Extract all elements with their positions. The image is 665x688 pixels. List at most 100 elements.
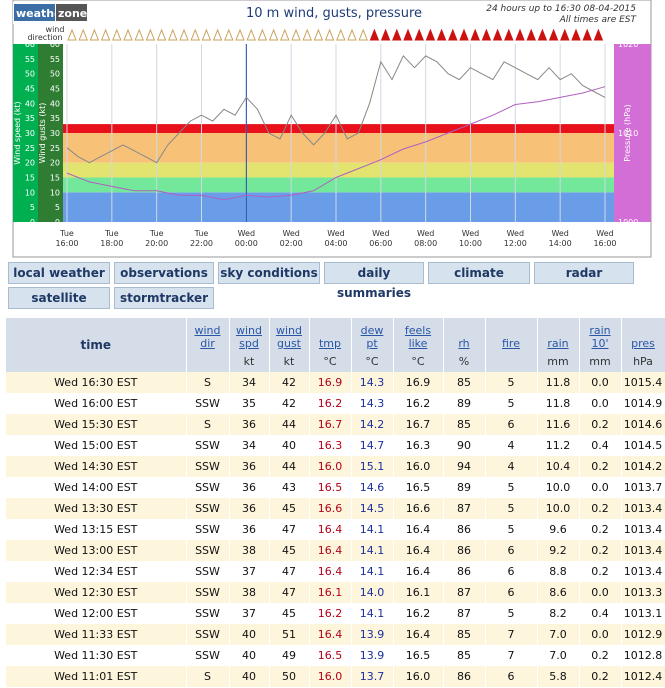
table-cell: 86 — [443, 540, 486, 561]
column-header-10[interactable]: rain 10' — [579, 318, 622, 350]
column-header-line1: wind — [235, 324, 262, 337]
table-cell: 85 — [443, 645, 486, 666]
table-cell: 16.4 — [309, 540, 352, 561]
table-cell: 7.0 — [537, 624, 580, 645]
table-cell: 5 — [485, 603, 538, 624]
speed-band-0 — [63, 192, 614, 222]
column-header-line2: spd — [239, 337, 259, 350]
table-cell: 14.7 — [351, 435, 394, 456]
wind-speed-tick: 20 — [25, 159, 35, 168]
table-cell: SSW — [186, 624, 230, 645]
column-header-6[interactable]: feels like — [393, 318, 444, 350]
nav-climate-button[interactable]: climate — [428, 262, 530, 284]
column-unit-1 — [186, 350, 230, 372]
table-cell: 6 — [485, 666, 538, 687]
table-cell: 0.4 — [579, 435, 622, 456]
table-cell: Wed 13:15 EST — [6, 519, 187, 540]
table-cell: 16.4 — [393, 540, 444, 561]
column-header-line1: feels — [404, 324, 432, 337]
column-header-11[interactable]: pres — [621, 318, 665, 350]
column-header-5[interactable]: dew pt — [351, 318, 394, 350]
table-cell: 11.6 — [537, 414, 580, 435]
nav-sky-conditions-button[interactable]: sky conditions — [218, 262, 320, 284]
table-row: Wed 12:30 EST SSW 38 47 16.1 14.0 16.1 87 6 8.6 0.… — [6, 582, 665, 603]
table-cell: 5 — [485, 477, 538, 498]
wind-chart: weather zone 10 m wind, gusts, pressure … — [12, 0, 652, 258]
table-cell: SSW — [186, 498, 230, 519]
table-cell: 16.2 — [393, 393, 444, 414]
column-header-2[interactable]: wind spd — [229, 318, 270, 350]
table-cell: 36 — [229, 477, 270, 498]
table-cell: 0.2 — [579, 540, 622, 561]
nav-radar-button[interactable]: radar — [534, 262, 634, 284]
table-cell: 34 — [229, 372, 270, 393]
table-cell: 40 — [269, 435, 310, 456]
table-cell: S — [186, 666, 230, 687]
table-cell: 16.5 — [309, 645, 352, 666]
nav-stormtracker-button[interactable]: stormtracker — [114, 287, 214, 309]
table-cell: 85 — [443, 624, 486, 645]
table-cell: 16.9 — [309, 372, 352, 393]
table-cell: 47 — [269, 561, 310, 582]
column-header-8[interactable]: fire — [485, 318, 538, 350]
x-tick-time: 08:00 — [414, 239, 437, 248]
table-row: Wed 16:30 EST S 34 42 16.9 14.3 16.9 85 5 11.8 0.0… — [6, 372, 665, 393]
column-header-line2: dir — [200, 337, 215, 350]
wind-speed-tick: 45 — [25, 85, 35, 94]
table-row: Wed 12:34 EST SSW 37 47 16.4 14.1 16.4 86 6 8.8 0.… — [6, 561, 665, 582]
table-cell: 14.3 — [351, 372, 394, 393]
table-cell: 1012.9 — [621, 624, 665, 645]
table-cell: 14.1 — [351, 603, 394, 624]
table-cell: Wed 12:00 EST — [6, 603, 187, 624]
x-tick-day: Tue — [104, 229, 119, 238]
table-cell: 16.0 — [309, 456, 352, 477]
table-cell: Wed 13:00 EST — [6, 540, 187, 561]
table-cell: 16.6 — [393, 498, 444, 519]
x-tick-time: 20:00 — [145, 239, 168, 248]
column-header-4[interactable]: tmp — [309, 318, 352, 350]
table-cell: Wed 11:33 EST — [6, 624, 187, 645]
table-cell: 36 — [229, 519, 270, 540]
axis-title-0: Wind speed (kt) — [13, 101, 22, 164]
table-cell: 9.6 — [537, 519, 580, 540]
table-cell: Wed 15:00 EST — [6, 435, 187, 456]
nav-daily-summaries-button[interactable]: daily summaries — [324, 262, 424, 300]
table-row: Wed 13:00 EST SSW 38 45 16.4 14.1 16.4 86 6 9.2 0.… — [6, 540, 665, 561]
nav-observations-button[interactable]: observations — [114, 262, 214, 284]
table-cell: 14.2 — [351, 414, 394, 435]
wind-speed-tick: 40 — [25, 99, 35, 108]
column-header-7[interactable]: rh — [443, 318, 486, 350]
table-row: Wed 15:00 EST SSW 34 40 16.3 14.7 16.3 90 4 11.2 0… — [6, 435, 665, 456]
table-cell: 86 — [443, 561, 486, 582]
nav-local-weather-button[interactable]: local weather — [8, 262, 110, 284]
table-cell: 1014.2 — [621, 456, 665, 477]
table-cell: 16.3 — [393, 435, 444, 456]
nav-satellite-button[interactable]: satellite — [8, 287, 110, 309]
table-cell: 14.3 — [351, 393, 394, 414]
table-cell: 45 — [269, 540, 310, 561]
table-cell: 16.5 — [309, 477, 352, 498]
table-cell: 7 — [485, 624, 538, 645]
x-tick-day: Wed — [282, 229, 299, 238]
observations-table-wrap: time wind dir wind spd wind gust tmp dew pt feels l… — [6, 318, 665, 687]
table-cell: 87 — [443, 498, 486, 519]
table-cell: 10.4 — [537, 456, 580, 477]
table-cell: 16.1 — [309, 582, 352, 603]
column-unit-9: mm — [537, 350, 580, 372]
table-cell: 16.1 — [393, 582, 444, 603]
wind-gust-tick: 15 — [50, 174, 60, 183]
table-cell: 4 — [485, 435, 538, 456]
table-cell: 35 — [229, 393, 270, 414]
column-header-line2: gust — [277, 337, 301, 350]
table-cell: 0.0 — [579, 582, 622, 603]
wind-gust-tick: 30 — [50, 129, 60, 138]
table-cell: Wed 13:30 EST — [6, 498, 187, 519]
x-tick-day: Tue — [59, 229, 74, 238]
table-cell: 16.4 — [309, 519, 352, 540]
chart-title: 10 m wind, gusts, pressure — [246, 6, 422, 21]
column-header-3[interactable]: wind gust — [269, 318, 310, 350]
table-cell: 14.1 — [351, 561, 394, 582]
table-cell: 16.3 — [309, 435, 352, 456]
column-header-9[interactable]: rain — [537, 318, 580, 350]
column-header-1[interactable]: wind dir — [186, 318, 230, 350]
